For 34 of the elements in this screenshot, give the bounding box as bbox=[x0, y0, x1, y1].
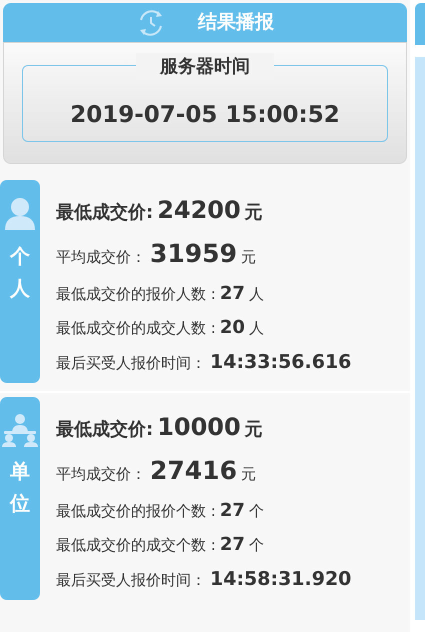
price-unit: 元 bbox=[240, 464, 256, 485]
count-label: 最低成交价的报价个数 : bbox=[56, 500, 216, 522]
count-value: 27 bbox=[220, 498, 245, 522]
last-bid-time-label: 最后买受人报价时间： bbox=[56, 570, 206, 590]
lowest-price-label: 最低成交价: bbox=[56, 201, 154, 225]
last-bid-time-value: 14:33:56.616 bbox=[210, 350, 352, 374]
average-price-value: 31959 bbox=[150, 238, 237, 270]
lowest-price-value: 24200 bbox=[157, 195, 241, 226]
group-icon bbox=[1, 413, 39, 447]
server-time-value: 2019-07-05 15:00:52 bbox=[70, 101, 340, 130]
average-price-value: 27416 bbox=[150, 455, 237, 487]
count-value: 27 bbox=[220, 532, 245, 556]
lowest-price-value: 10000 bbox=[157, 412, 241, 443]
price-unit: 元 bbox=[244, 201, 263, 225]
average-price-label: 平均成交价： bbox=[56, 464, 146, 485]
count-label: 最低成交价的报价人数 : bbox=[56, 284, 216, 304]
count-label: 最低成交价的成交人数 : bbox=[56, 318, 216, 338]
category-label: 个人 bbox=[10, 243, 30, 302]
count-unit: 人 bbox=[248, 318, 264, 338]
category-label: 单位 bbox=[10, 458, 30, 517]
panel-title: 结果播报 bbox=[198, 10, 274, 36]
count-label: 最低成交价的成交个数 : bbox=[56, 534, 216, 556]
count-value: 20 bbox=[220, 316, 245, 340]
last-bid-time-label: 最后买受人报价时间： bbox=[56, 352, 206, 374]
count-unit: 人 bbox=[248, 284, 264, 304]
lowest-price-label: 最低成交价: bbox=[56, 418, 154, 442]
last-bid-time-value: 14:58:31.920 bbox=[210, 566, 352, 592]
count-unit: 个 bbox=[248, 500, 264, 522]
average-price-label: 平均成交价： bbox=[56, 247, 146, 268]
price-unit: 元 bbox=[244, 418, 263, 442]
price-unit: 元 bbox=[240, 247, 256, 268]
person-icon bbox=[3, 196, 37, 232]
count-value: 27 bbox=[220, 282, 245, 306]
count-unit: 个 bbox=[248, 534, 264, 556]
